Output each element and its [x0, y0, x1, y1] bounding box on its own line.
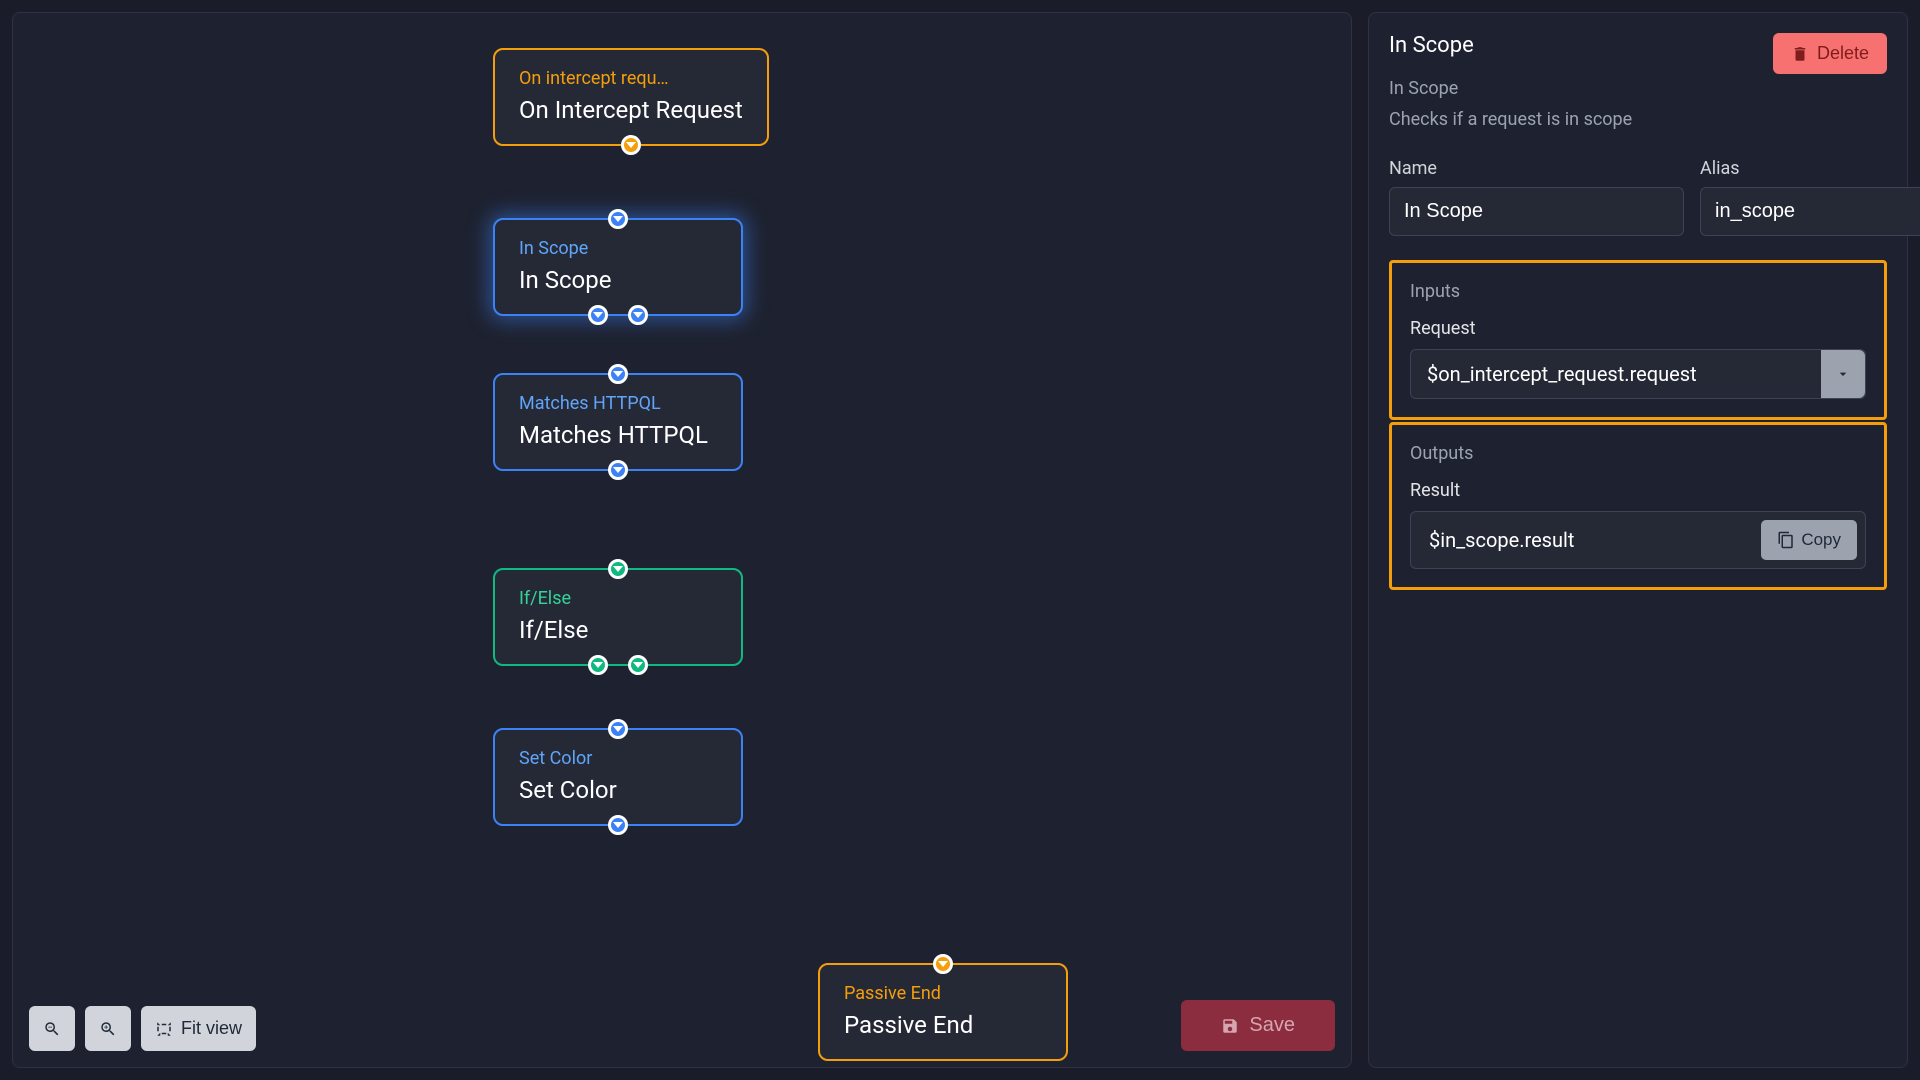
panel-subtitle: In Scope — [1389, 78, 1887, 99]
copy-icon — [1777, 531, 1795, 549]
trash-icon — [1791, 45, 1809, 63]
node-n3[interactable]: Matches HTTPQL Matches HTTPQL — [493, 373, 743, 471]
zoom-out-icon — [43, 1020, 61, 1038]
node-title: On Intercept Request — [519, 95, 743, 126]
delete-label: Delete — [1817, 43, 1869, 64]
copy-button[interactable]: Copy — [1761, 520, 1857, 560]
node-title: Passive End — [844, 1010, 1042, 1041]
outputs-section: Outputs Result $in_scope.result Copy — [1389, 422, 1887, 590]
result-value: $in_scope.result — [1419, 522, 1761, 558]
port-out[interactable] — [621, 135, 641, 155]
port-in[interactable] — [608, 364, 628, 384]
node-title: If/Else — [519, 615, 717, 646]
chevron-down-icon — [1821, 350, 1865, 398]
port-out[interactable] — [608, 815, 628, 835]
node-type: Matches HTTPQL — [519, 393, 717, 414]
node-n4[interactable]: If/Else If/Else — [493, 568, 743, 666]
node-title: In Scope — [519, 265, 717, 296]
fit-view-icon — [155, 1020, 173, 1038]
save-label: Save — [1249, 1014, 1295, 1037]
port-out[interactable] — [588, 305, 608, 325]
port-in[interactable] — [933, 954, 953, 974]
request-value: $on_intercept_request.request — [1411, 350, 1821, 398]
port-in[interactable] — [608, 209, 628, 229]
outputs-label: Outputs — [1410, 443, 1866, 464]
inputs-label: Inputs — [1410, 281, 1866, 302]
workflow-canvas[interactable]: On intercept requ… On Intercept Request In… — [12, 12, 1352, 1068]
result-output: $in_scope.result Copy — [1410, 511, 1866, 569]
zoom-in-icon — [99, 1020, 117, 1038]
result-label: Result — [1410, 480, 1866, 501]
zoom-out-button[interactable] — [29, 1006, 75, 1051]
node-type: Passive End — [844, 983, 1042, 1004]
delete-button[interactable]: Delete — [1773, 33, 1887, 74]
request-label: Request — [1410, 318, 1866, 339]
canvas-toolbar: Fit view — [29, 1006, 256, 1051]
node-type: On intercept requ… — [519, 68, 743, 89]
inputs-section: Inputs Request $on_intercept_request.req… — [1389, 260, 1887, 420]
name-field[interactable] — [1389, 187, 1684, 236]
port-out[interactable] — [588, 655, 608, 675]
alias-label: Alias — [1700, 158, 1920, 179]
request-select[interactable]: $on_intercept_request.request — [1410, 349, 1866, 399]
copy-label: Copy — [1801, 530, 1841, 550]
node-n1[interactable]: On intercept requ… On Intercept Request — [493, 48, 769, 146]
node-n2[interactable]: In Scope In Scope — [493, 218, 743, 316]
alias-field[interactable] — [1700, 187, 1920, 236]
node-type: Set Color — [519, 748, 717, 769]
name-label: Name — [1389, 158, 1684, 179]
node-n5[interactable]: Set Color Set Color — [493, 728, 743, 826]
fit-view-label: Fit view — [181, 1018, 242, 1039]
node-type: If/Else — [519, 588, 717, 609]
port-out[interactable] — [628, 305, 648, 325]
panel-description: Checks if a request is in scope — [1389, 109, 1887, 130]
port-out[interactable] — [628, 655, 648, 675]
zoom-in-button[interactable] — [85, 1006, 131, 1051]
save-icon — [1221, 1017, 1239, 1035]
node-type: In Scope — [519, 238, 717, 259]
fit-view-button[interactable]: Fit view — [141, 1006, 256, 1051]
port-in[interactable] — [608, 719, 628, 739]
save-button[interactable]: Save — [1181, 1000, 1335, 1051]
port-in[interactable] — [608, 559, 628, 579]
port-out[interactable] — [608, 460, 628, 480]
node-title: Set Color — [519, 775, 717, 806]
properties-panel: In Scope Delete In Scope Checks if a req… — [1368, 12, 1908, 1068]
node-n6[interactable]: Passive End Passive End — [818, 963, 1068, 1061]
panel-title: In Scope — [1389, 33, 1474, 58]
node-title: Matches HTTPQL — [519, 420, 717, 451]
